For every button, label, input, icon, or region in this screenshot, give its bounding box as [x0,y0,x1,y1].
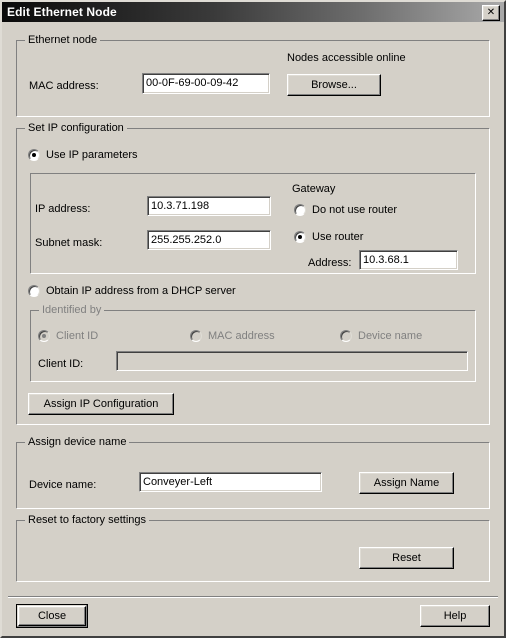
title-bar[interactable]: Edit Ethernet Node ✕ [2,2,504,22]
device-name-input[interactable]: Conveyer-Left [139,472,322,492]
assign-name-button[interactable]: Assign Name [359,472,454,494]
device-name-label: Device name: [29,479,97,491]
identified-by-group: Identified by [30,304,476,382]
radio-dot-icon [28,149,40,161]
close-glyph: ✕ [486,7,496,18]
mac-address-input[interactable]: 00-0F-69-00-09-42 [142,73,270,94]
assign-ip-configuration-button[interactable]: Assign IP Configuration [28,393,174,415]
reset-factory-settings-group-title: Reset to factory settings [25,514,149,526]
footer-divider [8,596,498,598]
radio-do-not-use-router-label: Do not use router [312,204,397,216]
window-title: Edit Ethernet Node [7,5,117,19]
identified-by-group-title: Identified by [39,304,105,316]
client-id-input[interactable] [116,351,468,371]
client-id-label: Client ID: [38,358,84,370]
browse-button-label: Browse... [311,79,357,91]
radio-do-not-use-router[interactable]: Do not use router [294,204,397,216]
help-button[interactable]: Help [420,605,490,627]
radio-dot-icon [190,330,202,342]
radio-dot-icon [340,330,352,342]
radio-use-router[interactable]: Use router [294,231,363,243]
subnet-mask-input[interactable]: 255.255.252.0 [147,230,271,250]
radio-identified-mac-address[interactable]: MAC address [190,330,275,342]
mac-address-label: MAC address: [29,80,99,92]
subnet-mask-label: Subnet mask: [35,237,103,249]
radio-use-ip-parameters-label: Use IP parameters [46,149,138,161]
reset-button[interactable]: Reset [359,547,454,569]
radio-obtain-dhcp[interactable]: Obtain IP address from a DHCP server [28,285,236,297]
help-button-label: Help [443,610,467,622]
gateway-label: Gateway [292,183,336,195]
gateway-address-input[interactable]: 10.3.68.1 [359,250,458,270]
radio-identified-device-name-label: Device name [358,330,423,342]
assign-device-name-group-title: Assign device name [25,436,130,448]
ip-address-input[interactable]: 10.3.71.198 [147,196,271,216]
assign-name-button-label: Assign Name [373,477,440,489]
radio-dot-icon [294,204,306,216]
radio-use-router-label: Use router [312,231,364,243]
set-ip-configuration-group-title: Set IP configuration [25,122,127,134]
radio-identified-client-id[interactable]: Client ID [38,330,98,342]
ethernet-node-group-title: Ethernet node [25,34,101,46]
gateway-address-label: Address: [308,257,352,269]
reset-button-label: Reset [392,552,421,564]
edit-ethernet-node-dialog: Edit Ethernet Node ✕ Ethernet node Nodes… [0,0,506,638]
radio-dot-icon [294,231,306,243]
ip-address-label: IP address: [35,203,91,215]
browse-button[interactable]: Browse... [287,74,381,96]
radio-obtain-dhcp-label: Obtain IP address from a DHCP server [46,285,236,297]
close-icon[interactable]: ✕ [482,5,500,21]
radio-dot-icon [38,330,50,342]
radio-identified-client-id-label: Client ID [56,330,99,342]
nodes-accessible-online-label: Nodes accessible online [287,52,406,64]
radio-dot-icon [28,285,40,297]
close-button-label: Close [37,610,67,622]
assign-ip-configuration-button-label: Assign IP Configuration [43,398,159,410]
radio-use-ip-parameters[interactable]: Use IP parameters [28,149,138,161]
close-button[interactable]: Close [16,604,88,628]
radio-identified-mac-address-label: MAC address [208,330,275,342]
radio-identified-device-name[interactable]: Device name [340,330,422,342]
